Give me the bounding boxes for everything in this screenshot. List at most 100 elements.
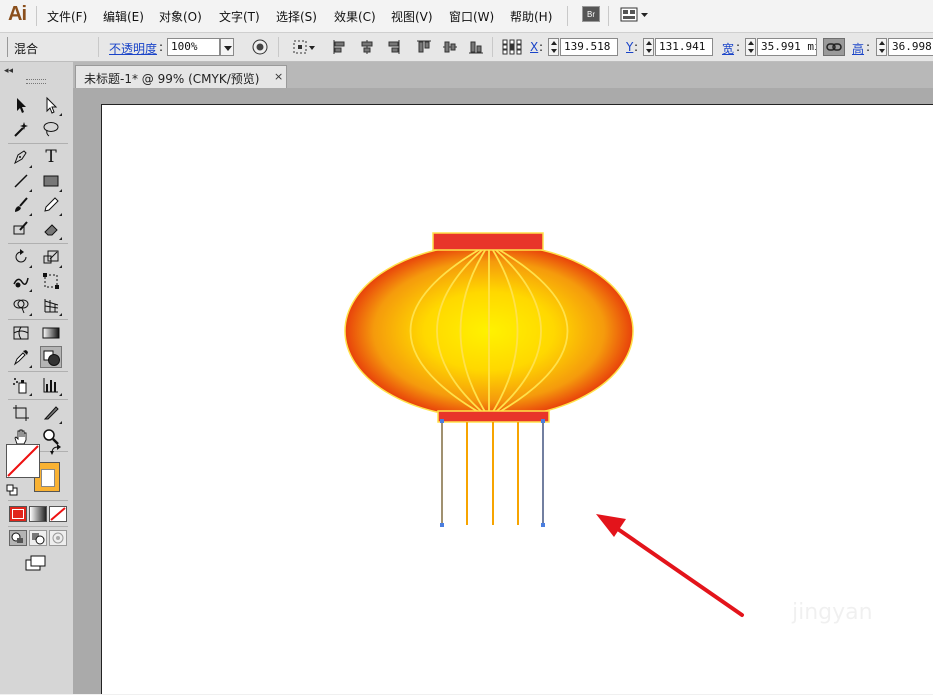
link-icon <box>826 43 842 51</box>
shape-builder-tool[interactable] <box>10 294 32 316</box>
line-segment-tool[interactable] <box>10 170 32 192</box>
reference-point-icon[interactable] <box>502 39 522 55</box>
blend-tool[interactable] <box>40 346 62 368</box>
bridge-button[interactable]: Br <box>582 6 600 22</box>
blend-mode-label[interactable]: 混合 <box>14 40 38 57</box>
menu-window[interactable]: 窗口(W) <box>449 8 494 25</box>
draw-normal-button[interactable] <box>9 530 27 546</box>
workspace-switcher-button[interactable] <box>620 7 650 23</box>
selection-tool[interactable] <box>10 94 32 116</box>
width-input[interactable]: 35.991 mi <box>757 38 817 56</box>
free-transform-tool[interactable] <box>40 270 62 292</box>
menu-bar: Ai 文件(F) 编辑(E) 对象(O) 文字(T) 选择(S) 效果(C) 视… <box>0 0 933 33</box>
y-label[interactable]: Y <box>626 40 633 54</box>
type-tool[interactable]: T <box>40 146 62 168</box>
perspective-grid-tool[interactable] <box>40 294 62 316</box>
eyedropper-tool[interactable] <box>10 346 32 368</box>
align-left-icon[interactable] <box>332 39 348 55</box>
rectangle-icon <box>43 175 59 187</box>
fill-color-swatch[interactable] <box>6 444 40 478</box>
color-mode-button[interactable] <box>9 506 27 522</box>
draw-behind-button[interactable] <box>29 530 47 546</box>
rectangle-tool[interactable] <box>40 170 62 192</box>
lantern-tassels[interactable] <box>441 422 544 525</box>
opacity-input[interactable]: 100% <box>167 38 220 56</box>
artboard-tool[interactable] <box>10 402 32 424</box>
none-mode-button[interactable] <box>49 506 67 522</box>
align-bottom-icon[interactable] <box>468 39 484 55</box>
menu-edit[interactable]: 编辑(E) <box>103 8 144 25</box>
control-separator <box>278 37 279 57</box>
x-input[interactable]: 139.518 r <box>560 38 618 56</box>
pasteboard[interactable]: jingyan <box>73 88 933 694</box>
align-top-icon[interactable] <box>416 39 432 55</box>
lantern-top-cap[interactable] <box>432 232 544 251</box>
menu-effect[interactable]: 效果(C) <box>334 8 376 25</box>
menu-file[interactable]: 文件(F) <box>47 8 87 25</box>
y-stepper[interactable] <box>643 38 654 56</box>
width-stepper[interactable] <box>745 38 756 56</box>
width-colon: : <box>736 40 741 54</box>
mesh-tool[interactable] <box>10 322 32 344</box>
collapse-panel-button[interactable]: ◂◂ <box>4 66 13 76</box>
artboard[interactable]: jingyan <box>101 104 933 694</box>
artwork-canvas[interactable]: jingyan <box>102 105 933 695</box>
warp-tool[interactable] <box>10 270 32 292</box>
draw-inside-button[interactable] <box>49 530 67 546</box>
height-stepper[interactable] <box>876 38 887 56</box>
align-vertical-center-icon[interactable] <box>442 39 458 55</box>
eraser-tool[interactable] <box>40 218 62 240</box>
menu-object[interactable]: 对象(O) <box>159 8 202 25</box>
gradient-tool[interactable] <box>40 322 62 344</box>
y-input[interactable]: 131.941 r <box>655 38 713 56</box>
x-stepper[interactable] <box>548 38 559 56</box>
column-graph-tool[interactable] <box>40 374 62 396</box>
height-input[interactable]: 36.998 <box>888 38 933 56</box>
lantern-bottom-cap[interactable] <box>437 410 550 423</box>
opacity-dropdown-button[interactable] <box>220 38 234 56</box>
height-label[interactable]: 高 <box>852 40 864 57</box>
pen-tool[interactable] <box>10 146 32 168</box>
default-fill-stroke-button[interactable] <box>6 484 18 496</box>
scale-icon <box>43 250 59 264</box>
gradient-mode-button[interactable] <box>29 506 47 522</box>
close-tab-icon[interactable]: × <box>274 70 283 83</box>
lasso-tool[interactable] <box>40 118 62 140</box>
menu-type[interactable]: 文字(T) <box>219 8 260 25</box>
paintbrush-tool[interactable] <box>10 194 32 216</box>
screen-mode-button[interactable] <box>24 554 48 572</box>
rotate-tool[interactable] <box>10 246 32 268</box>
x-colon: : <box>539 40 544 54</box>
document-tab-title: 未标题-1* @ 99% (CMYK/预览) <box>84 72 260 86</box>
spray-can-icon <box>13 378 27 394</box>
recolor-artwork-icon[interactable] <box>252 39 268 55</box>
x-label[interactable]: X <box>530 40 538 54</box>
document-tab[interactable]: 未标题-1* @ 99% (CMYK/预览) × <box>75 65 287 88</box>
width-label[interactable]: 宽 <box>722 40 734 57</box>
align-right-icon[interactable] <box>385 39 401 55</box>
bar-graph-icon <box>43 378 58 393</box>
transform-reference-icon[interactable] <box>292 39 316 55</box>
control-separator <box>98 37 99 57</box>
opacity-label[interactable]: 不透明度 <box>109 40 157 57</box>
menu-separator <box>608 6 609 26</box>
slice-tool[interactable] <box>40 402 62 424</box>
warp-icon <box>13 277 29 288</box>
direct-selection-tool[interactable] <box>40 94 62 116</box>
align-horizontal-center-icon[interactable] <box>359 39 375 55</box>
menu-select[interactable]: 选择(S) <box>276 8 317 25</box>
brush-icon <box>15 197 28 212</box>
blob-brush-tool[interactable] <box>10 218 32 240</box>
pencil-tool[interactable] <box>40 194 62 216</box>
swap-fill-stroke-button[interactable] <box>50 444 62 456</box>
symbol-sprayer-tool[interactable] <box>10 374 32 396</box>
panel-grip[interactable] <box>26 79 46 84</box>
menu-separator <box>567 6 568 26</box>
constrain-proportions-button[interactable] <box>823 38 845 56</box>
menu-help[interactable]: 帮助(H) <box>510 8 552 25</box>
none-color-icon <box>7 445 39 477</box>
magic-wand-tool[interactable] <box>10 118 32 140</box>
scale-tool[interactable] <box>40 246 62 268</box>
perspective-grid-icon <box>44 299 59 313</box>
menu-view[interactable]: 视图(V) <box>391 8 433 25</box>
